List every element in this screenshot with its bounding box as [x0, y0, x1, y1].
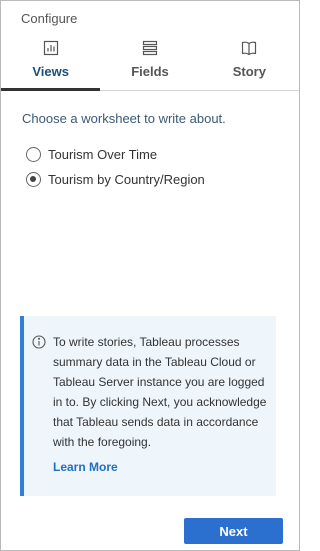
worksheet-option-label: Tourism by Country/Region — [48, 172, 205, 187]
tab-fields-label: Fields — [131, 64, 169, 79]
worksheet-option-tourism-over-time[interactable]: Tourism Over Time — [26, 147, 157, 162]
tab-bar: Views Fields Story — [1, 35, 299, 91]
panel-title: Configure — [21, 11, 78, 26]
next-button[interactable]: Next — [184, 518, 283, 544]
worksheet-prompt: Choose a worksheet to write about. — [22, 111, 226, 126]
worksheet-option-label: Tourism Over Time — [48, 147, 158, 162]
list-icon — [142, 39, 158, 57]
info-text: To write stories, Tableau processes summ… — [53, 335, 267, 449]
tab-fields[interactable]: Fields — [100, 35, 199, 90]
radio-button-selected[interactable] — [26, 172, 41, 187]
bar-chart-icon — [43, 39, 59, 57]
tab-views[interactable]: Views — [1, 35, 101, 91]
info-icon — [32, 335, 46, 349]
radio-button[interactable] — [26, 147, 41, 162]
worksheet-option-tourism-by-country[interactable]: Tourism by Country/Region — [26, 172, 205, 187]
configure-panel: Configure Views Fields Story Choose a wo… — [0, 0, 300, 551]
learn-more-link[interactable]: Learn More — [53, 460, 118, 474]
tab-story-label: Story — [232, 64, 266, 79]
tab-story[interactable]: Story — [200, 35, 299, 90]
info-notice: To write stories, Tableau processes summ… — [20, 316, 276, 496]
tab-views-label: Views — [32, 64, 69, 79]
book-icon — [241, 39, 257, 57]
